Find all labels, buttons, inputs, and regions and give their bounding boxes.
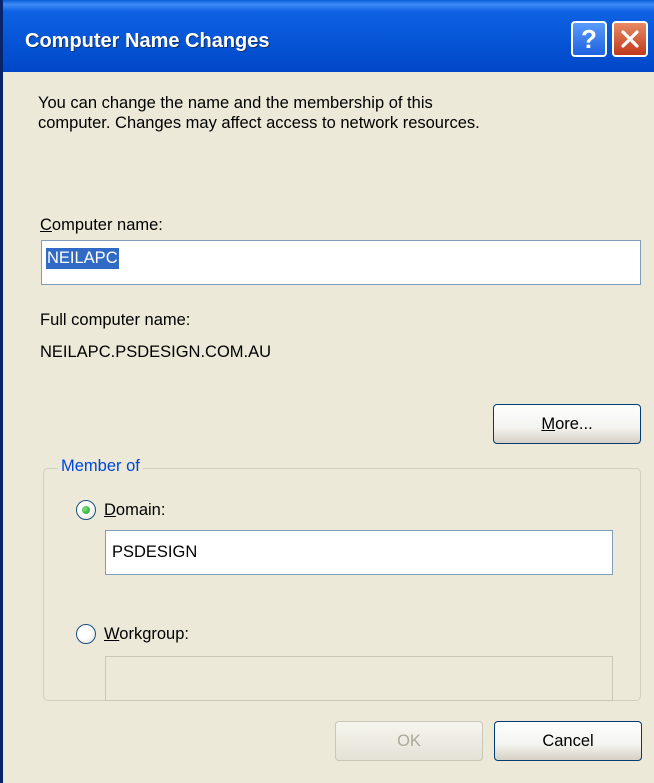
close-icon: [621, 30, 639, 48]
domain-label-mnemonic: D: [104, 501, 116, 519]
workgroup-label[interactable]: Workgroup:: [104, 624, 189, 644]
member-of-legend: Member of: [58, 456, 143, 476]
computer-name-label-rest: omputer name:: [51, 216, 163, 234]
close-button[interactable]: [612, 21, 648, 57]
more-button-rest: ore...: [555, 415, 593, 433]
domain-label[interactable]: Domain:: [104, 500, 165, 520]
full-computer-name-label: Full computer name:: [40, 311, 191, 329]
workgroup-radio[interactable]: [76, 624, 96, 644]
full-computer-name-value: NEILAPC.PSDESIGN.COM.AU: [40, 343, 272, 361]
title-bar[interactable]: Computer Name Changes ?: [3, 0, 654, 72]
computer-name-value: NEILAPC: [46, 248, 119, 269]
help-icon: ?: [581, 24, 597, 54]
domain-value: PSDESIGN: [112, 543, 198, 561]
domain-field[interactable]: PSDESIGN: [105, 530, 613, 575]
ok-button: OK: [335, 721, 483, 761]
workgroup-label-mnemonic: W: [104, 625, 120, 643]
domain-radio[interactable]: [76, 500, 96, 520]
cancel-button[interactable]: Cancel: [494, 721, 642, 761]
domain-label-rest: omain:: [115, 501, 166, 519]
more-button-mnemonic: M: [541, 415, 556, 433]
dialog-title: Computer Name Changes: [25, 30, 270, 52]
more-button[interactable]: More...: [493, 404, 641, 444]
intro-line-2: computer. Changes may affect access to n…: [38, 114, 480, 132]
computer-name-label: Computer name:: [40, 215, 163, 235]
computer-name-label-mnemonic: C: [40, 216, 52, 234]
radio-selected-dot: [82, 506, 90, 514]
intro-text: You can change the name and the membersh…: [38, 93, 480, 133]
workgroup-label-rest: orkgroup:: [119, 625, 189, 643]
computer-name-field[interactable]: NEILAPC: [41, 240, 641, 285]
help-button[interactable]: ?: [571, 21, 607, 57]
workgroup-field: [105, 656, 613, 701]
computer-name-changes-dialog: Computer Name Changes ? You can change t…: [0, 0, 654, 783]
intro-line-1: You can change the name and the membersh…: [38, 94, 433, 112]
